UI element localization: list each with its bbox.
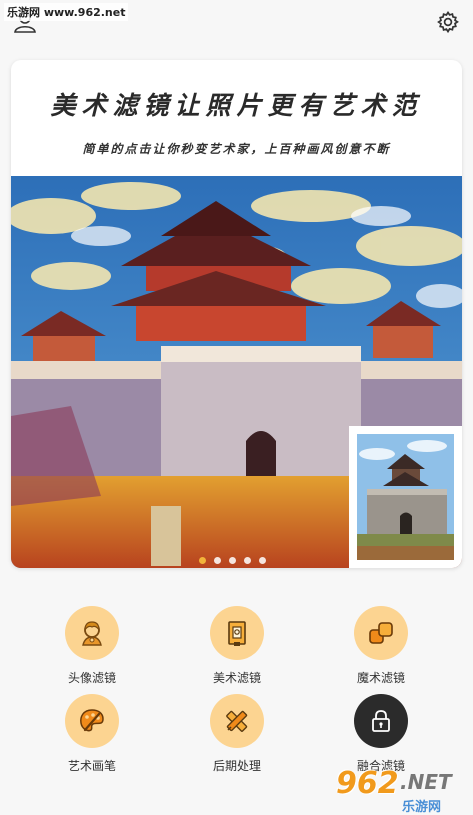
magic-filter-icon (354, 606, 408, 660)
carousel-dot[interactable] (229, 557, 236, 564)
menu-art-filter[interactable]: 美术滤镜 (182, 606, 292, 692)
menu-label: 美术滤镜 (212, 671, 261, 685)
avatar-filter-icon (65, 606, 119, 660)
menu-label: 后期处理 (212, 759, 261, 773)
palette-brush-icon (65, 694, 119, 748)
watermark-logo-main: 962 (336, 766, 399, 801)
carousel-dot[interactable] (199, 557, 206, 564)
banner-carousel[interactable]: 美术滤镜让照片更有艺术范 简单的点击让你秒变艺术家，上百种画风创意不断 (11, 60, 462, 568)
carousel-dot[interactable] (244, 557, 251, 564)
watermark-top: 乐游网 www.962.net (4, 3, 129, 21)
menu-post-processing[interactable]: 后期处理 (182, 694, 292, 780)
watermark-logo-net: .NET (400, 770, 452, 794)
carousel-dot[interactable] (259, 557, 266, 564)
menu-art-brush[interactable]: 艺术画笔 (37, 694, 147, 780)
top-bar: 乐游网 www.962.net (0, 0, 473, 50)
settings-gear-icon[interactable] (436, 10, 460, 34)
menu-label: 头像滤镜 (67, 671, 116, 685)
carousel-dots (199, 557, 266, 564)
menu-avatar-filter[interactable]: 头像滤镜 (37, 606, 147, 692)
banner-subtitle: 简单的点击让你秒变艺术家，上百种画风创意不断 (82, 142, 391, 156)
art-filter-icon (210, 606, 264, 660)
menu-label: 魔术滤镜 (356, 671, 405, 685)
pencil-ruler-icon (210, 694, 264, 748)
menu-label: 艺术画笔 (67, 759, 116, 773)
lock-icon (354, 694, 408, 748)
carousel-dot[interactable] (214, 557, 221, 564)
watermark-bottom: 962 .NET 乐游网 (336, 766, 470, 815)
original-photo-thumbnail[interactable] (349, 426, 462, 568)
original-photo-image (357, 434, 454, 560)
watermark-logo-sub: 乐游网 (402, 800, 442, 815)
banner-title: 美术滤镜让照片更有艺术范 (50, 91, 423, 120)
menu-magic-filter[interactable]: 魔术滤镜 (326, 606, 436, 692)
